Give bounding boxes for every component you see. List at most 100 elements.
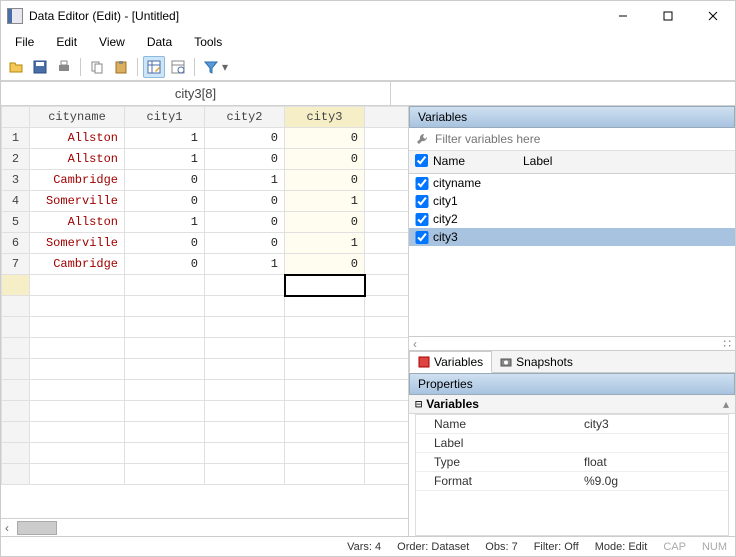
status-bar: Vars: 4 Order: Dataset Obs: 7 Filter: Of… [1,536,735,556]
horizontal-scrollbar[interactable]: ‹ [1,518,408,536]
column-header[interactable]: city1 [125,107,205,128]
cell[interactable]: 0 [205,128,285,149]
row-number[interactable]: 2 [2,149,30,170]
properties-group-toggle[interactable]: ⊟ Variables ▴ [409,395,735,414]
variable-row[interactable]: city2 [409,210,735,228]
property-name: Name [434,417,584,431]
tab-snapshots[interactable]: Snapshots [492,351,581,372]
property-row[interactable]: Typefloat [416,453,728,472]
menu-file[interactable]: File [5,33,44,51]
variables-filter-input[interactable] [435,132,729,146]
cell[interactable]: Somerville [30,233,125,254]
row-number[interactable]: 5 [2,212,30,233]
panel-splitter[interactable]: ‹∷ [409,336,735,350]
property-row[interactable]: Label [416,434,728,453]
property-row[interactable]: Namecity3 [416,415,728,434]
row-number[interactable]: 3 [2,170,30,191]
cell[interactable]: Allston [30,128,125,149]
maximize-button[interactable] [645,2,690,31]
property-name: Label [434,436,584,450]
variable-checkbox[interactable] [415,177,429,190]
cell[interactable]: Somerville [30,191,125,212]
copy-icon[interactable] [86,56,108,78]
cell[interactable]: 0 [285,212,365,233]
cell-reference-bar: city3[8] [1,81,735,106]
data-grid[interactable]: cityname city1 city2 city3 1 Allston 1 0… [1,106,408,485]
menu-edit[interactable]: Edit [46,33,87,51]
properties-panel-header: Properties [409,373,735,395]
variable-checkbox[interactable] [415,231,429,244]
data-edit-icon[interactable] [143,56,165,78]
cell[interactable]: 1 [125,128,205,149]
data-grid-pane: cityname city1 city2 city3 1 Allston 1 0… [1,106,409,536]
property-row[interactable]: Format%9.0g [416,472,728,491]
row-number[interactable]: 6 [2,233,30,254]
cell[interactable]: 0 [205,212,285,233]
status-order: Order: Dataset [397,541,469,553]
cell[interactable]: 0 [285,128,365,149]
variable-checkbox[interactable] [415,195,429,208]
cell[interactable]: 0 [125,233,205,254]
filter-dropdown-icon[interactable]: ▾ [222,60,228,74]
cell[interactable]: 0 [205,191,285,212]
cell[interactable]: 1 [285,233,365,254]
cell[interactable]: 0 [205,233,285,254]
menubar: File Edit View Data Tools [1,31,735,53]
status-mode: Mode: Edit [595,541,648,553]
cell[interactable]: 0 [285,149,365,170]
column-label-header[interactable]: Label [523,154,552,170]
data-browse-icon[interactable] [167,56,189,78]
variable-name: cityname [433,176,481,190]
row-number[interactable]: 7 [2,254,30,275]
toolbar: ▾ [1,53,735,81]
cell[interactable]: Allston [30,212,125,233]
minimize-button[interactable] [600,2,645,31]
property-value: float [584,455,728,469]
open-icon[interactable] [5,56,27,78]
cell[interactable]: Cambridge [30,170,125,191]
menu-tools[interactable]: Tools [184,33,232,51]
cell[interactable]: Cambridge [30,254,125,275]
right-tabs: Variables Snapshots [409,350,735,373]
cell[interactable]: 1 [125,149,205,170]
menu-view[interactable]: View [89,33,135,51]
active-cell[interactable] [285,275,365,296]
cell[interactable]: 0 [125,254,205,275]
variable-row[interactable]: city1 [409,192,735,210]
variable-name: city1 [433,194,458,208]
column-header[interactable]: cityname [30,107,125,128]
cell[interactable]: 1 [125,212,205,233]
status-filter: Filter: Off [534,541,579,553]
paste-icon[interactable] [110,56,132,78]
cell[interactable]: 0 [125,170,205,191]
cell[interactable]: 1 [285,191,365,212]
wrench-icon[interactable] [415,132,429,146]
status-vars: Vars: 4 [347,541,381,553]
column-header[interactable]: city3 [285,107,365,128]
property-value: %9.0g [584,474,728,488]
column-name-header[interactable]: Name [433,154,523,170]
row-number[interactable]: 1 [2,128,30,149]
row-number[interactable]: 4 [2,191,30,212]
column-header[interactable]: city2 [205,107,285,128]
save-icon[interactable] [29,56,51,78]
cell[interactable]: 0 [285,254,365,275]
tab-variables[interactable]: Variables [409,351,492,373]
cell[interactable]: 1 [205,170,285,191]
cell[interactable]: 1 [205,254,285,275]
variable-checkbox[interactable] [415,213,429,226]
variable-row[interactable]: cityname [409,174,735,192]
tab-snapshots-label: Snapshots [516,355,573,369]
close-button[interactable] [690,2,735,31]
variable-row[interactable]: city3 [409,228,735,246]
print-icon[interactable] [53,56,75,78]
cell[interactable]: 0 [205,149,285,170]
cell[interactable]: 0 [285,170,365,191]
cell-value[interactable] [391,82,735,106]
menu-data[interactable]: Data [137,33,182,51]
filter-icon[interactable] [200,56,222,78]
cell[interactable]: 0 [125,191,205,212]
status-obs: Obs: 7 [485,541,517,553]
select-all-checkbox[interactable] [415,154,428,167]
cell[interactable]: Allston [30,149,125,170]
